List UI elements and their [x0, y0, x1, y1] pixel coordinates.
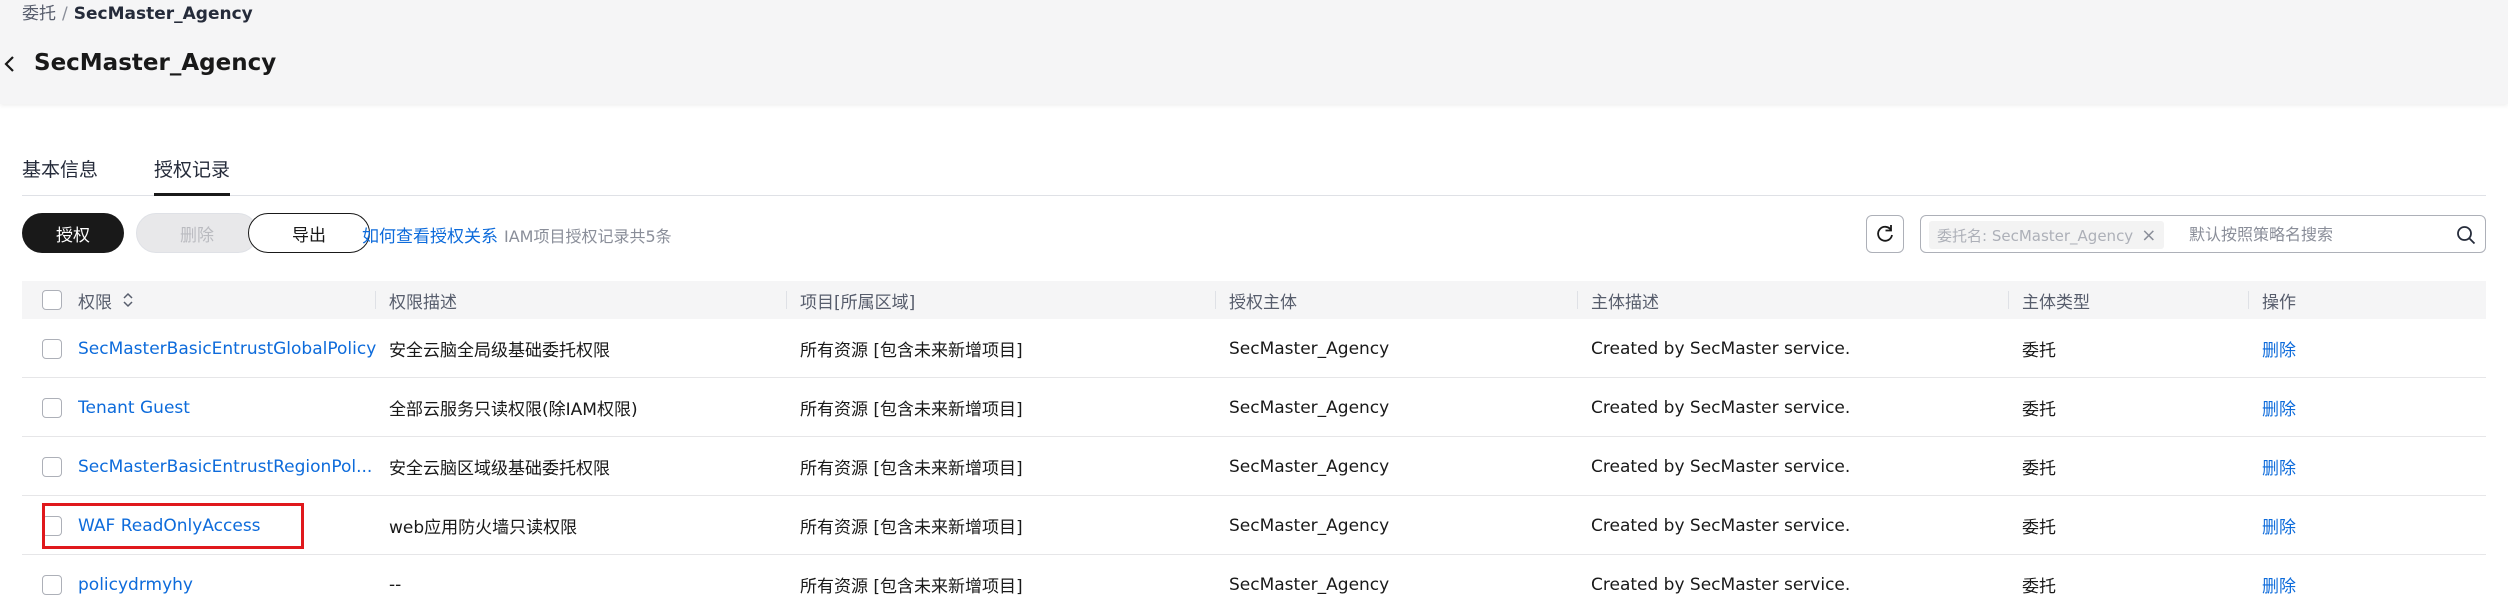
column-header-principal-type: 主体类型	[2008, 281, 2242, 319]
principal-name: SecMaster_Agency	[1229, 515, 1390, 536]
principal-type: 委托	[2022, 577, 2056, 597]
column-header-description: 权限描述	[375, 281, 789, 319]
project-scope: 所有资源 [包含未来新增项目]	[800, 518, 1023, 538]
principal-name: SecMaster_Agency	[1229, 456, 1390, 477]
breadcrumb-current: SecMaster_Agency	[73, 4, 253, 24]
policy-description: --	[389, 574, 402, 595]
authorize-button[interactable]: 授权	[22, 213, 124, 253]
policy-link[interactable]: SecMasterBasicEntrustGlobalPolicy	[78, 319, 378, 378]
project-scope: 所有资源 [包含未来新增项目]	[800, 577, 1023, 597]
search-input[interactable]	[2189, 220, 2439, 248]
principal-description: Created by SecMaster service.	[1591, 397, 1851, 418]
table-row: WAF ReadOnlyAccess web应用防火墙只读权限 所有资源 [包含…	[22, 496, 2486, 555]
project-scope: 所有资源 [包含未来新增项目]	[800, 400, 1023, 420]
column-header-project: 项目[所属区域]	[786, 281, 1200, 319]
breadcrumb: 委托 / SecMaster_Agency	[22, 2, 253, 26]
export-button[interactable]: 导出	[248, 213, 370, 253]
select-all-checkbox[interactable]	[42, 290, 62, 310]
principal-name: SecMaster_Agency	[1229, 397, 1390, 418]
table-row: policydrmyhy -- 所有资源 [包含未来新增项目] SecMaste…	[22, 555, 2486, 613]
filter-tag-close-icon[interactable]: ×	[2141, 225, 2156, 246]
project-scope: 所有资源 [包含未来新增项目]	[800, 459, 1023, 479]
row-checkbox[interactable]	[42, 339, 62, 359]
policy-description: 全部云服务只读权限(除IAM权限)	[389, 400, 638, 420]
delete-button[interactable]: 删除	[136, 213, 258, 253]
column-header-principal: 授权主体	[1215, 281, 1569, 319]
principal-description: Created by SecMaster service.	[1591, 515, 1851, 536]
row-checkbox[interactable]	[42, 398, 62, 418]
page-header: 委托 / SecMaster_Agency SecMaster_Agency	[0, 0, 2508, 104]
row-delete-link[interactable]: 删除	[2262, 555, 2462, 613]
back-arrow-icon[interactable]	[0, 50, 20, 78]
breadcrumb-parent[interactable]: 委托	[22, 4, 56, 24]
row-checkbox[interactable]	[42, 457, 62, 477]
table-row: Tenant Guest 全部云服务只读权限(除IAM权限) 所有资源 [包含未…	[22, 378, 2486, 437]
principal-type: 委托	[2022, 341, 2056, 361]
principal-description: Created by SecMaster service.	[1591, 456, 1851, 477]
policy-link[interactable]: Tenant Guest	[78, 378, 378, 437]
refresh-button[interactable]	[1866, 215, 1904, 253]
toolbar: 授权 删除 导出 如何查看授权关系 IAM项目授权记录共5条 委托名: SecM…	[22, 213, 2486, 253]
help-link[interactable]: 如何查看授权关系	[362, 222, 498, 247]
search-icon[interactable]	[2455, 224, 2477, 246]
search-box[interactable]: 委托名: SecMaster_Agency ×	[1920, 215, 2486, 253]
refresh-icon	[1877, 225, 1893, 242]
table-row: SecMasterBasicEntrustRegionPol... 安全云脑区域…	[22, 437, 2486, 496]
sort-icon[interactable]	[120, 291, 136, 309]
page-title: SecMaster_Agency	[34, 50, 277, 76]
filter-tag: 委托名: SecMaster_Agency ×	[1929, 221, 2165, 249]
row-delete-link[interactable]: 删除	[2262, 378, 2462, 437]
policy-link[interactable]: policydrmyhy	[78, 555, 378, 613]
row-delete-link[interactable]: 删除	[2262, 319, 2462, 378]
policy-link[interactable]: WAF ReadOnlyAccess	[78, 496, 378, 555]
row-delete-link[interactable]: 删除	[2262, 437, 2462, 496]
principal-type: 委托	[2022, 400, 2056, 420]
tab-authorization-records[interactable]: 授权记录	[154, 152, 231, 196]
principal-type: 委托	[2022, 459, 2056, 479]
column-header-action: 操作	[2248, 281, 2462, 319]
row-checkbox[interactable]	[42, 575, 62, 595]
principal-description: Created by SecMaster service.	[1591, 574, 1851, 595]
principal-name: SecMaster_Agency	[1229, 574, 1390, 595]
filter-tag-label: 委托名: SecMaster_Agency	[1937, 226, 2134, 245]
breadcrumb-separator: /	[62, 4, 68, 24]
row-delete-link[interactable]: 删除	[2262, 496, 2462, 555]
column-header-label: 权限	[78, 292, 112, 313]
authorization-table: 权限 权限描述 项目[所属区域] 授权主体 主体描述 主体类型 操作 SecMa…	[22, 281, 2486, 613]
table-header: 权限 权限描述 项目[所属区域] 授权主体 主体描述 主体类型 操作	[22, 281, 2486, 319]
policy-description: web应用防火墙只读权限	[389, 518, 578, 538]
policy-link[interactable]: SecMasterBasicEntrustRegionPol...	[78, 437, 378, 496]
policy-description: 安全云脑全局级基础委托权限	[389, 341, 610, 361]
project-scope: 所有资源 [包含未来新增项目]	[800, 341, 1023, 361]
record-count-text: IAM项目授权记录共5条	[504, 227, 672, 246]
table-row: SecMasterBasicEntrustGlobalPolicy 安全云脑全局…	[22, 319, 2486, 378]
policy-description: 安全云脑区域级基础委托权限	[389, 459, 610, 479]
principal-description: Created by SecMaster service.	[1591, 338, 1851, 359]
column-header-policy: 权限	[78, 281, 378, 319]
tab-bar: 基本信息 授权记录	[22, 152, 2486, 196]
column-header-principal-desc: 主体描述	[1577, 281, 2011, 319]
principal-name: SecMaster_Agency	[1229, 338, 1390, 359]
tab-basic-info[interactable]: 基本信息	[22, 152, 98, 188]
principal-type: 委托	[2022, 518, 2056, 538]
row-checkbox[interactable]	[42, 516, 62, 536]
